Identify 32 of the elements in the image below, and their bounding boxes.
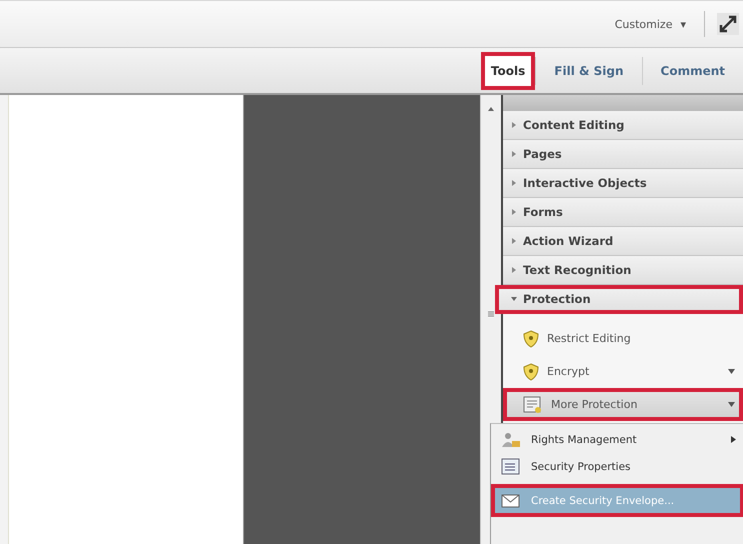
document-icon [523, 396, 543, 414]
caret-icon [511, 238, 517, 244]
caret-icon [511, 180, 517, 186]
caret-icon [511, 296, 517, 302]
expand-icon[interactable] [717, 13, 739, 35]
menu-item[interactable]: Security Properties [491, 453, 743, 480]
tab[interactable]: Comment [642, 52, 743, 90]
properties-icon [501, 458, 521, 476]
envelope-icon [501, 492, 521, 508]
tool-item[interactable]: Restrict Editing [503, 322, 743, 355]
people-icon [501, 430, 521, 448]
shield-icon [523, 330, 539, 348]
tab[interactable]: Tools [480, 52, 536, 90]
tab[interactable]: Fill & Sign [536, 52, 642, 90]
tool-item[interactable]: More Protection [503, 388, 743, 421]
caret-icon [511, 267, 517, 273]
panel-header[interactable]: Protection [495, 285, 743, 314]
caret-icon [511, 122, 517, 128]
panel-header[interactable]: Pages [503, 140, 743, 169]
menu-item[interactable]: Rights Management [491, 426, 743, 453]
tool-item[interactable]: Encrypt [503, 355, 743, 388]
customize-button[interactable]: Customize ▾ [608, 14, 692, 34]
caret-icon [511, 209, 517, 215]
panel-header[interactable]: Content Editing [503, 111, 743, 140]
panel-header[interactable]: Text Recognition [503, 256, 743, 285]
caret-icon [511, 151, 517, 157]
panel-header[interactable]: Interactive Objects [503, 169, 743, 198]
panel-header[interactable]: Action Wizard [503, 227, 743, 256]
scroll-up-icon[interactable] [488, 107, 494, 111]
shield-icon [523, 362, 539, 380]
grip-icon[interactable] [488, 311, 494, 317]
panel-header[interactable]: Forms [503, 198, 743, 227]
